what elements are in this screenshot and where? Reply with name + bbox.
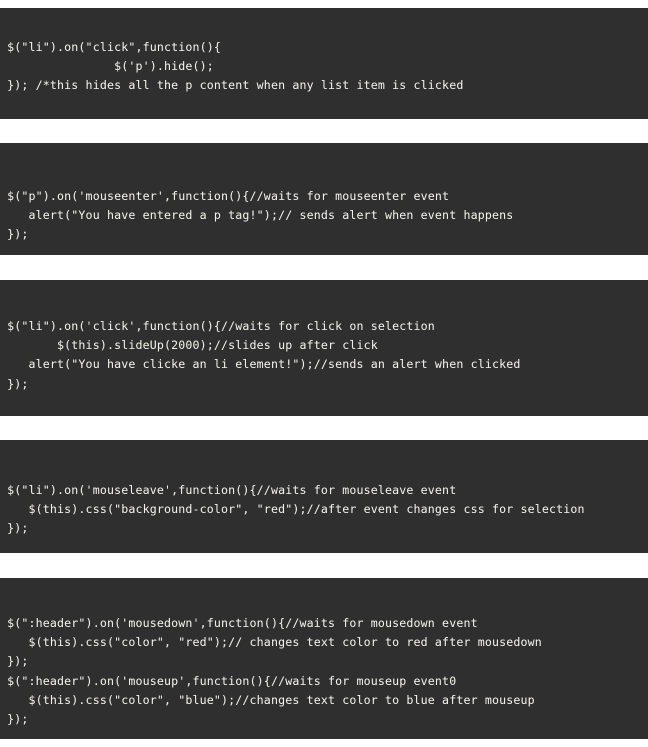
code-line: $(":header").on('mousedown',function(){/… (0, 616, 478, 630)
code-line: }); /*this hides all the p content when … (0, 78, 464, 93)
code-line: }); (0, 654, 29, 669)
code-line: $('p').hide(); (0, 59, 214, 74)
code-line: }); (0, 227, 29, 242)
code-block-click-hide: $("li").on("click",function(){ $('p').hi… (0, 8, 648, 119)
code-line: $("p").on('mouseenter',function(){//wait… (0, 189, 450, 203)
code-line: $(this).css("background-color", "red");/… (0, 502, 585, 517)
code-block-mouseleave-css: $("li").on('mouseleave',function(){//wai… (0, 440, 648, 553)
code-line: $(this).css("color", "red");// changes t… (0, 635, 542, 650)
code-lines: $("li").on('click',function(){//waits fo… (0, 280, 648, 394)
code-line: alert("You have clicke an li element!");… (0, 357, 521, 372)
code-line: $(this).css("color", "blue");//changes t… (0, 692, 535, 707)
code-line: $("li").on('mouseleave',function(){//wai… (0, 483, 457, 497)
code-block-mousedown-mouseup: $(":header").on('mousedown',function(){/… (0, 578, 648, 739)
code-line: $("li").on('click',function(){//waits fo… (0, 319, 435, 333)
code-line: $("li").on("click",function(){ (0, 40, 222, 54)
code-line: }); (0, 376, 29, 391)
code-line: }); (0, 712, 29, 727)
code-line: alert("You have entered a p tag!");// se… (0, 208, 514, 223)
code-lines: $(":header").on('mousedown',function(){/… (0, 578, 648, 729)
code-lines: $("li").on("click",function(){ $('p').hi… (0, 8, 648, 96)
code-line: }); (0, 521, 29, 536)
code-lines: $("li").on('mouseleave',function(){//wai… (0, 440, 648, 539)
code-line: $(":header").on('mouseup',function(){//w… (0, 673, 457, 688)
code-lines: $("p").on('mouseenter',function(){//wait… (0, 143, 648, 245)
code-snippets-page: $("li").on("click",function(){ $('p').hi… (0, 0, 648, 747)
code-block-click-slideup: $("li").on('click',function(){//waits fo… (0, 280, 648, 416)
code-line: $(this).slideUp(2000);//slides up after … (0, 338, 378, 353)
code-block-mouseenter-alert: $("p").on('mouseenter',function(){//wait… (0, 143, 648, 255)
